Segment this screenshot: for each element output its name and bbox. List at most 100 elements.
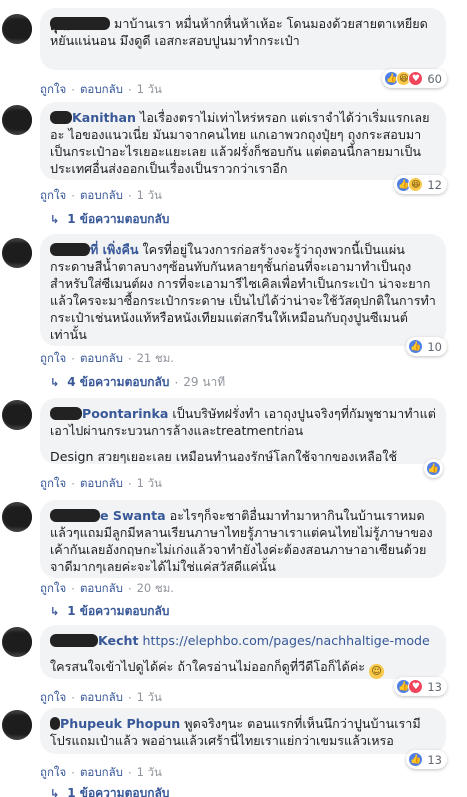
reaction-count: 12 bbox=[427, 177, 442, 192]
comment-time[interactable]: 21 ชม. bbox=[137, 350, 174, 368]
comment-time[interactable]: 20 ชม. bbox=[137, 580, 174, 598]
love-reaction-icon: ♥ bbox=[408, 71, 424, 86]
comment-text: ใครที่อยู่ในวงการก่อสร้างจะรู้ว่าถุงพวกน… bbox=[50, 242, 436, 342]
like-button[interactable]: ถูกใจ bbox=[40, 187, 66, 205]
comment-author-mask bbox=[50, 243, 90, 256]
comment-author[interactable]: สุ ส bbox=[50, 17, 110, 33]
separator: · bbox=[71, 582, 75, 596]
like-reaction-icon: 👍 bbox=[426, 461, 441, 476]
comment-bubble: ที่ เพิ่งคืน ใครที่อยู่ในวงการก่อสร้างจะ… bbox=[40, 234, 446, 346]
avatar[interactable] bbox=[2, 14, 32, 44]
replies-count[interactable]: 4 ข้อความตอบกลับ bbox=[67, 373, 169, 392]
separator: · bbox=[71, 691, 75, 705]
haha-reaction-icon: 😆 bbox=[408, 177, 424, 192]
comment-bubble: Kanithan ไอเรื่องตราไม่เท่าไหร่หรอก แต่เ… bbox=[40, 102, 446, 180]
replies-count[interactable]: 1 ข้อความตอบกลับ bbox=[67, 210, 169, 229]
comment-author[interactable]: Poontarinka bbox=[82, 406, 168, 421]
separator: · bbox=[127, 352, 132, 366]
separator: · bbox=[127, 83, 132, 97]
comment-actions: ถูกใจ · ตอบกลับ · 1 วัน bbox=[40, 187, 162, 205]
comment-time[interactable]: 1 วัน bbox=[137, 764, 162, 782]
comment-time[interactable]: 1 วัน bbox=[137, 187, 162, 205]
comment-time[interactable]: 1 วัน bbox=[137, 81, 162, 99]
reaction-summary[interactable]: 👍 bbox=[424, 459, 443, 478]
comment-actions: ถูกใจ · ตอบกลับ · 20 ชม. bbox=[40, 580, 174, 598]
like-button[interactable]: ถูกใจ bbox=[40, 580, 66, 598]
replies-time: 29 นาที bbox=[183, 375, 226, 389]
reaction-summary[interactable]: 👍 ♥ 13 bbox=[394, 677, 447, 696]
comment-bubble: e Swanta อะไรๆก็จะชาติอื่นมาทำมาหากินในบ… bbox=[40, 500, 446, 578]
separator: · bbox=[127, 691, 132, 705]
smile-emoji-icon: ☺ bbox=[369, 664, 385, 679]
comment-actions: ถูกใจ · ตอบกลับ · 1 วัน bbox=[40, 764, 162, 782]
comment-text-second: Design สวยๆเยอะเลย เหมือนทำนองรักษ์โลกใช… bbox=[50, 449, 398, 464]
like-button[interactable]: ถูกใจ bbox=[40, 764, 66, 782]
comment-actions: ถูกใจ · ตอบกลับ · 1 วัน bbox=[40, 81, 162, 99]
reply-button[interactable]: ตอบกลับ bbox=[80, 81, 123, 99]
comment-bubble: สุ ส มาบ้านเรา หมื่นห้ากหื่นห้าเห้อะ โดน… bbox=[40, 8, 446, 70]
avatar[interactable] bbox=[2, 502, 32, 532]
view-replies-link[interactable]: ↳ 1 ข้อความตอบกลับ bbox=[50, 602, 169, 621]
reply-button[interactable]: ตอบกลับ bbox=[80, 764, 123, 782]
avatar[interactable] bbox=[2, 238, 32, 268]
reaction-count: 13 bbox=[427, 679, 442, 694]
comment-author[interactable]: Kecht bbox=[98, 633, 139, 648]
separator: · bbox=[71, 352, 75, 366]
replies-count[interactable]: 1 ข้อความตอบกลับ bbox=[67, 784, 169, 797]
comment-text-second: ใครสนใจเข้าไปดูได้ค่ะ ถ้าใครอ่านไม่ออกก็… bbox=[50, 659, 366, 674]
reply-arrow-icon: ↳ bbox=[50, 376, 60, 389]
previous-replies-stub bbox=[0, 0, 467, 8]
view-replies-link[interactable]: ↳ 4 ข้อความตอบกลับ · 29 นาที bbox=[50, 373, 225, 392]
reaction-count: 13 bbox=[427, 752, 442, 767]
comment-author-mask bbox=[50, 634, 98, 647]
comment-author[interactable]: Kanithan bbox=[72, 110, 136, 125]
comment-author[interactable]: e Swanta bbox=[100, 508, 166, 523]
comment-author-mask bbox=[50, 509, 100, 522]
reply-button[interactable]: ตอบกลับ bbox=[80, 187, 123, 205]
comment-actions: ถูกใจ · ตอบกลับ · 21 ชม. bbox=[40, 350, 174, 368]
like-button[interactable]: ถูกใจ bbox=[40, 350, 66, 368]
reply-button[interactable]: ตอบกลับ bbox=[80, 580, 123, 598]
separator: · bbox=[71, 477, 75, 491]
reply-arrow-icon: ↳ bbox=[50, 787, 60, 797]
reply-button[interactable]: ตอบกลับ bbox=[80, 689, 123, 707]
comment-link[interactable]: https://elephbo.com/pages/nachhaltige-mo… bbox=[143, 633, 430, 648]
separator: · bbox=[71, 766, 75, 780]
comment-author-mask bbox=[50, 111, 72, 124]
comment-bubble: Phupeuk Phopun พูดจริงๆนะ ตอนแรกที่เห็นน… bbox=[40, 708, 446, 754]
reaction-count: 10 bbox=[427, 339, 442, 354]
separator: · bbox=[71, 83, 75, 97]
reaction-summary[interactable]: 👍 13 bbox=[406, 750, 447, 769]
like-button[interactable]: ถูกใจ bbox=[40, 689, 66, 707]
comment-bubble: Kecht https://elephbo.com/pages/nachhalt… bbox=[40, 625, 446, 679]
reply-button[interactable]: ตอบกลับ bbox=[80, 350, 123, 368]
reply-button[interactable]: ตอบกลับ bbox=[80, 475, 123, 493]
reaction-summary[interactable]: 👍 😆 ♥ 60 bbox=[382, 69, 447, 88]
avatar[interactable] bbox=[2, 105, 32, 135]
comment-time[interactable]: 1 วัน bbox=[137, 689, 162, 707]
replies-count[interactable]: 1 ข้อความตอบกลับ bbox=[67, 602, 169, 621]
comment-bubble: Poontarinka เป็นบริษัทฝรั่งทำ เอาถุงปูนจ… bbox=[40, 398, 446, 464]
comment-author[interactable]: Phupeuk Phopun bbox=[60, 716, 180, 731]
reaction-summary[interactable]: 👍 😆 12 bbox=[394, 175, 447, 194]
like-reaction-icon: 👍 bbox=[408, 752, 424, 767]
like-button[interactable]: ถูกใจ bbox=[40, 475, 66, 493]
view-replies-link[interactable]: ↳ 1 ข้อความตอบกลับ bbox=[50, 784, 169, 797]
comment-author-mask bbox=[50, 717, 60, 730]
replies-time-prefix: · bbox=[174, 375, 179, 390]
reply-arrow-icon: ↳ bbox=[50, 605, 60, 618]
separator: · bbox=[71, 189, 75, 203]
avatar[interactable] bbox=[2, 400, 32, 430]
separator: · bbox=[127, 189, 132, 203]
like-button[interactable]: ถูกใจ bbox=[40, 81, 66, 99]
comment-time[interactable]: 1 วัน bbox=[137, 475, 162, 493]
love-reaction-icon: ♥ bbox=[408, 679, 424, 694]
separator: · bbox=[127, 766, 132, 780]
reaction-summary[interactable]: 👍 10 bbox=[406, 337, 447, 356]
avatar[interactable] bbox=[2, 627, 32, 657]
comment-actions: ถูกใจ · ตอบกลับ · 1 วัน bbox=[40, 689, 162, 707]
comment-actions: ถูกใจ · ตอบกลับ · 1 วัน bbox=[40, 475, 162, 493]
comment-author[interactable]: ที่ เพิ่งคืน bbox=[90, 242, 138, 257]
avatar[interactable] bbox=[2, 710, 32, 740]
view-replies-link[interactable]: ↳ 1 ข้อความตอบกลับ bbox=[50, 210, 169, 229]
